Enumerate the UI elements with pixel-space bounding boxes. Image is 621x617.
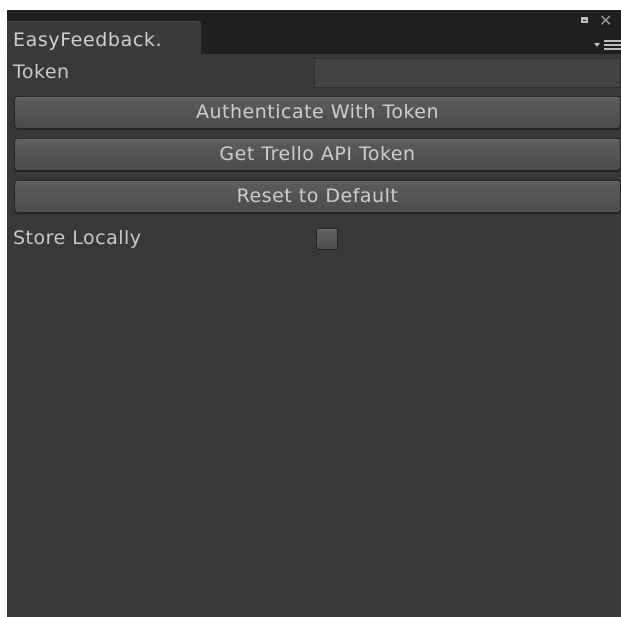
token-label: Token [13, 61, 70, 83]
store-locally-checkbox[interactable] [316, 228, 338, 250]
easyfeedback-window: EasyFeedback. ✕ Token Authenticate With … [7, 10, 621, 617]
tab-easyfeedback[interactable]: EasyFeedback. [7, 21, 201, 54]
tab-label: EasyFeedback. [13, 29, 163, 51]
tab-bar: EasyFeedback. ✕ [7, 10, 621, 54]
store-locally-label: Store Locally [13, 227, 142, 249]
authenticate-with-token-button[interactable]: Authenticate With Token [14, 96, 621, 129]
token-input[interactable] [314, 58, 621, 88]
maximize-icon[interactable] [581, 17, 588, 23]
get-trello-api-token-button[interactable]: Get Trello API Token [14, 138, 621, 171]
close-icon[interactable]: ✕ [599, 13, 612, 29]
context-menu-icon[interactable] [593, 39, 621, 51]
reset-to-default-button[interactable]: Reset to Default [14, 180, 621, 213]
